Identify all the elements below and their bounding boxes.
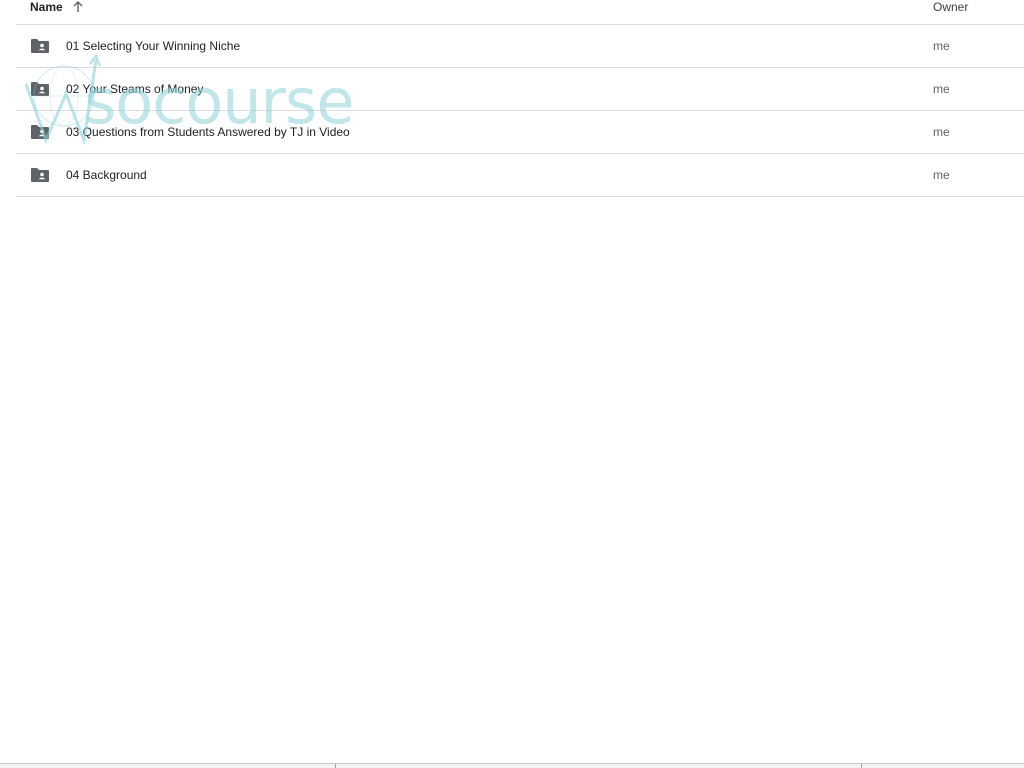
folder-name: 04 Background (66, 168, 147, 182)
folder-name: 01 Selecting Your Winning Niche (66, 39, 241, 53)
owner-value: me (933, 168, 950, 182)
shared-folder-icon (30, 38, 50, 54)
shared-folder-icon (30, 167, 50, 183)
status-bar-divider (335, 764, 336, 768)
table-row[interactable]: 02 Your Steams of Money me (16, 68, 1024, 111)
list-header: Name Owner (16, 0, 1024, 25)
owner-value: me (933, 125, 950, 139)
file-list: Name Owner 01 Selecting Your Winning Nic… (16, 0, 1024, 197)
owner-column-header[interactable]: Owner (933, 0, 968, 14)
table-row[interactable]: 03 Questions from Students Answered by T… (16, 111, 1024, 154)
status-bar-divider (861, 764, 862, 768)
folder-name: 02 Your Steams of Money (66, 82, 204, 96)
table-row[interactable]: 04 Background me (16, 154, 1024, 197)
owner-value: me (933, 82, 950, 96)
name-column-header[interactable]: Name (30, 0, 85, 14)
table-row[interactable]: 01 Selecting Your Winning Niche me (16, 25, 1024, 68)
sort-ascending-arrow-icon[interactable] (71, 0, 85, 14)
shared-folder-icon (30, 124, 50, 140)
drive-file-list-page: Name Owner 01 Selecting Your Winning Nic… (0, 0, 1024, 768)
folder-name: 03 Questions from Students Answered by T… (66, 125, 350, 139)
owner-value: me (933, 39, 950, 53)
name-column-label: Name (30, 0, 63, 14)
bottom-status-bar (0, 763, 1024, 768)
shared-folder-icon (30, 81, 50, 97)
